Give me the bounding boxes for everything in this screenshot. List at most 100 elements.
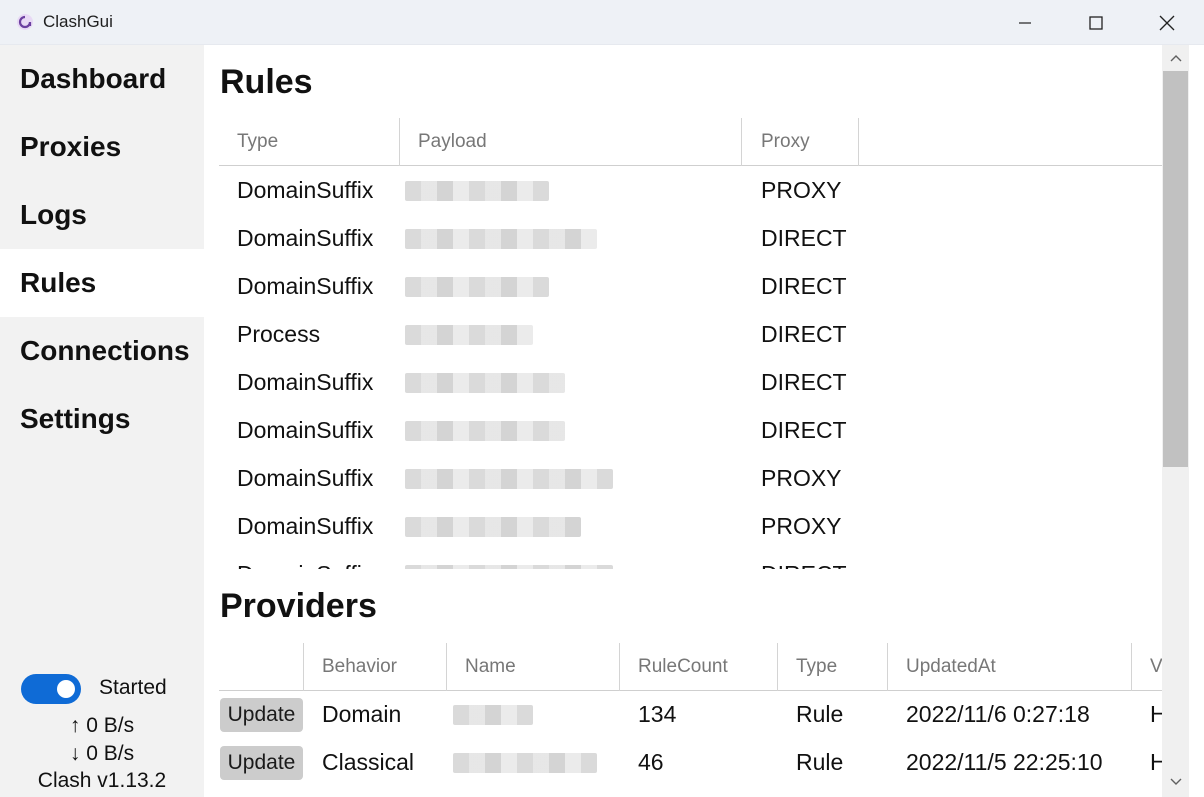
- column-header-type[interactable]: Type: [796, 643, 837, 691]
- provider-updated-at: 2022/11/6 0:27:18: [906, 701, 1090, 727]
- table-row[interactable]: DomainSuffix PROXY: [219, 503, 1162, 551]
- minimize-icon: [1019, 21, 1031, 24]
- rule-proxy: DIRECT: [761, 369, 847, 395]
- update-provider-button[interactable]: Update: [220, 746, 303, 780]
- sidebar-item-connections[interactable]: Connections: [0, 317, 204, 385]
- rule-type: DomainSuffix: [237, 177, 374, 203]
- provider-behavior: Domain: [322, 701, 402, 727]
- sidebar-item-label: Logs: [20, 199, 87, 230]
- rules-table-header: Type Payload Proxy: [219, 118, 1162, 166]
- provider-type: Rule: [796, 701, 844, 727]
- rule-type: DomainSuffix: [237, 225, 374, 251]
- provider-updated-at: 2022/11/5 22:25:10: [906, 749, 1103, 775]
- column-header-rulecount[interactable]: RuleCount: [638, 643, 728, 691]
- sidebar-item-label: Settings: [20, 403, 131, 434]
- table-row[interactable]: DomainSuffix DIRECT: [219, 215, 1162, 263]
- minimize-button[interactable]: [990, 0, 1060, 45]
- column-header-name[interactable]: Name: [465, 643, 516, 691]
- clash-app-icon: [17, 14, 33, 30]
- column-divider[interactable]: [1131, 643, 1132, 691]
- rules-table-body[interactable]: DomainSuffix PROXY DomainSuffix DIRECT D…: [219, 167, 1162, 569]
- redacted-payload: [405, 277, 549, 297]
- column-header-behavior[interactable]: Behavior: [322, 643, 397, 691]
- provider-vehicle: HTT: [1150, 701, 1162, 727]
- rule-proxy: PROXY: [761, 513, 842, 539]
- rule-proxy: PROXY: [761, 177, 842, 203]
- sidebar-item-settings[interactable]: Settings: [0, 385, 204, 453]
- table-row[interactable]: DomainSuffix DIRECT: [219, 263, 1162, 311]
- table-row[interactable]: DomainSuffix DIRECT: [219, 359, 1162, 407]
- redacted-payload: [405, 421, 565, 441]
- providers-title: Providers: [220, 587, 377, 625]
- table-row[interactable]: DomainSuffix PROXY: [219, 455, 1162, 503]
- column-header-proxy[interactable]: Proxy: [761, 118, 810, 166]
- rule-type: DomainSuffix: [237, 465, 374, 491]
- rule-type: DomainSuffix: [237, 561, 373, 569]
- providers-table-header: Behavior Name RuleCount Type UpdatedAt V…: [219, 643, 1162, 691]
- download-speed: ↓ 0 B/s: [69, 742, 135, 765]
- scroll-down-button[interactable]: [1162, 769, 1189, 795]
- rule-type: DomainSuffix: [237, 369, 374, 395]
- column-divider[interactable]: [446, 643, 447, 691]
- sidebar-item-dashboard[interactable]: Dashboard: [0, 45, 204, 113]
- column-header-type[interactable]: Type: [237, 118, 278, 166]
- clash-start-toggle[interactable]: [21, 674, 81, 704]
- rules-title: Rules: [220, 63, 313, 101]
- column-header-vehicle[interactable]: Vehi: [1150, 643, 1162, 691]
- maximize-icon: [1089, 15, 1103, 30]
- sidebar-item-label: Dashboard: [20, 63, 167, 94]
- scroll-down-arrow-icon: [1170, 778, 1181, 785]
- scroll-up-button[interactable]: [1162, 45, 1189, 71]
- redacted-name: [453, 705, 533, 725]
- sidebar-item-label: Rules: [20, 267, 97, 298]
- rule-proxy: DIRECT: [761, 561, 847, 569]
- redacted-name: [453, 753, 597, 773]
- sidebar-item-logs[interactable]: Logs: [0, 181, 204, 249]
- toggle-knob: [57, 680, 75, 698]
- rule-type: DomainSuffix: [237, 417, 374, 443]
- provider-rule-count: 134: [638, 701, 677, 727]
- table-row[interactable]: Update Domain 134 Rule 2022/11/6 0:27:18…: [219, 691, 1162, 739]
- rule-type: DomainSuffix: [237, 513, 374, 539]
- maximize-button[interactable]: [1061, 0, 1131, 45]
- sidebar: Dashboard Proxies Logs Rules Connections…: [0, 45, 204, 797]
- column-header-payload[interactable]: Payload: [418, 118, 487, 166]
- table-row[interactable]: DomainSuffix DIRECT: [219, 551, 1162, 569]
- clash-version: Clash v1.13.2: [37, 769, 167, 792]
- table-row[interactable]: Process DIRECT: [219, 311, 1162, 359]
- table-row[interactable]: DomainSuffix DIRECT: [219, 407, 1162, 455]
- sidebar-item-label: Proxies: [20, 131, 122, 162]
- scrollbar-thumb[interactable]: [1163, 71, 1188, 467]
- column-divider[interactable]: [399, 118, 400, 166]
- title-bar: ClashGui: [0, 0, 1204, 45]
- rule-proxy: DIRECT: [761, 321, 847, 347]
- column-divider[interactable]: [858, 118, 859, 166]
- sidebar-item-rules[interactable]: Rules: [0, 249, 204, 317]
- column-divider[interactable]: [619, 643, 620, 691]
- provider-behavior: Classical: [322, 749, 415, 775]
- table-row[interactable]: Update Classical 46 Rule 2022/11/5 22:25…: [219, 739, 1162, 787]
- provider-rule-count: 46: [638, 749, 664, 775]
- column-divider[interactable]: [303, 643, 304, 691]
- rule-proxy: DIRECT: [761, 273, 847, 299]
- column-divider[interactable]: [777, 643, 778, 691]
- scroll-up-arrow-icon: [1170, 55, 1181, 62]
- provider-type: Rule: [796, 749, 844, 775]
- rule-type: Process: [237, 321, 321, 347]
- update-provider-button[interactable]: Update: [220, 698, 303, 732]
- status-label: Started: [99, 676, 167, 699]
- vertical-scrollbar[interactable]: [1162, 45, 1189, 797]
- column-divider[interactable]: [887, 643, 888, 691]
- table-row[interactable]: DomainSuffix PROXY: [219, 167, 1162, 215]
- rule-proxy: PROXY: [761, 465, 842, 491]
- main-content: Rules Type Payload Proxy DomainSuffix PR…: [204, 45, 1162, 797]
- provider-vehicle: HTT: [1150, 749, 1162, 775]
- rule-proxy: DIRECT: [761, 417, 847, 443]
- sidebar-item-label: Connections: [20, 335, 190, 366]
- redacted-payload: [405, 181, 549, 201]
- column-divider[interactable]: [741, 118, 742, 166]
- close-button[interactable]: [1132, 0, 1202, 45]
- sidebar-item-proxies[interactable]: Proxies: [0, 113, 204, 181]
- column-header-updatedat[interactable]: UpdatedAt: [906, 643, 996, 691]
- close-icon: [1159, 15, 1175, 30]
